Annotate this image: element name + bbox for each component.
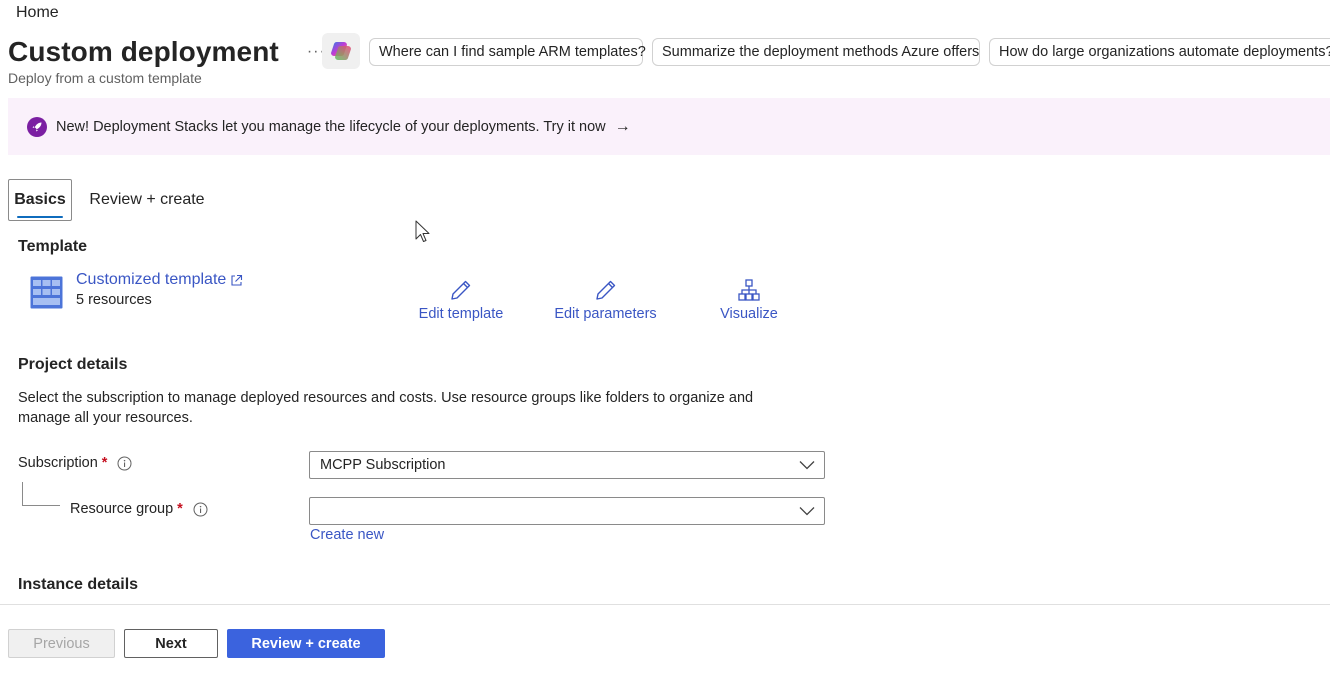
copilot-icon: [331, 41, 351, 61]
rocket-icon: [27, 116, 47, 137]
suggestion-chip-automate-deployments[interactable]: How do large organizations automate depl…: [989, 38, 1330, 66]
customized-template-link[interactable]: Customized template: [76, 271, 243, 289]
visualize-button[interactable]: Visualize: [719, 278, 779, 322]
resource-group-label: Resource group *: [70, 501, 208, 517]
subscription-label-text: Subscription: [18, 455, 98, 471]
required-marker: *: [101, 455, 108, 471]
chevron-down-icon: [799, 507, 815, 516]
external-link-icon: [231, 274, 243, 286]
breadcrumb-home[interactable]: Home: [16, 4, 59, 22]
tree-connector: [22, 482, 60, 506]
title-row: Custom deployment ···: [8, 34, 326, 70]
deployment-stacks-banner[interactable]: New! Deployment Stacks let you manage th…: [8, 98, 1330, 155]
suggestion-chip-sample-templates[interactable]: Where can I find sample ARM templates?: [369, 38, 646, 66]
resource-count: 5 resources: [76, 292, 152, 308]
pencil-icon: [451, 280, 471, 300]
customized-template-label: Customized template: [76, 271, 227, 288]
copilot-button[interactable]: [322, 33, 360, 69]
arrow-right-icon[interactable]: →: [615, 118, 631, 136]
pencil-icon: [595, 280, 615, 300]
subscription-value: MCPP Subscription: [320, 457, 446, 473]
resource-group-dropdown[interactable]: [309, 497, 825, 525]
resource-group-label-text: Resource group: [70, 501, 174, 517]
template-grid-icon: [30, 276, 63, 309]
subscription-dropdown[interactable]: MCPP Subscription: [309, 451, 825, 479]
chevron-down-icon: [799, 461, 815, 470]
info-icon[interactable]: [193, 502, 208, 517]
page-title: Custom deployment: [8, 36, 279, 67]
hierarchy-icon: [738, 279, 760, 301]
subscription-label: Subscription *: [18, 455, 132, 471]
next-button[interactable]: Next: [124, 629, 218, 658]
project-details-description: Select the subscription to manage deploy…: [18, 390, 754, 426]
banner-text: New! Deployment Stacks let you manage th…: [56, 118, 606, 135]
previous-button[interactable]: Previous: [8, 629, 115, 658]
info-icon[interactable]: [117, 456, 132, 471]
tab-basics[interactable]: Basics: [8, 179, 72, 221]
suggestion-chip-deployment-methods[interactable]: Summarize the deployment methods Azure o…: [652, 38, 980, 66]
edit-parameters-label: Edit parameters: [554, 306, 657, 322]
review-create-button[interactable]: Review + create: [227, 629, 385, 658]
tab-review-create[interactable]: Review + create: [80, 179, 214, 221]
visualize-label: Visualize: [720, 306, 778, 322]
instance-details-heading: Instance details: [18, 576, 139, 593]
template-heading: Template: [18, 238, 88, 255]
required-marker: *: [177, 501, 183, 517]
page-subtitle: Deploy from a custom template: [8, 70, 202, 86]
footer-divider: [0, 604, 1330, 605]
edit-parameters-button[interactable]: Edit parameters: [553, 278, 658, 322]
project-details-heading: Project details: [18, 356, 128, 373]
edit-template-button[interactable]: Edit template: [416, 278, 506, 322]
mouse-cursor-icon: [415, 220, 430, 242]
edit-template-label: Edit template: [418, 306, 504, 322]
create-new-resource-group-link[interactable]: Create new: [310, 527, 384, 543]
